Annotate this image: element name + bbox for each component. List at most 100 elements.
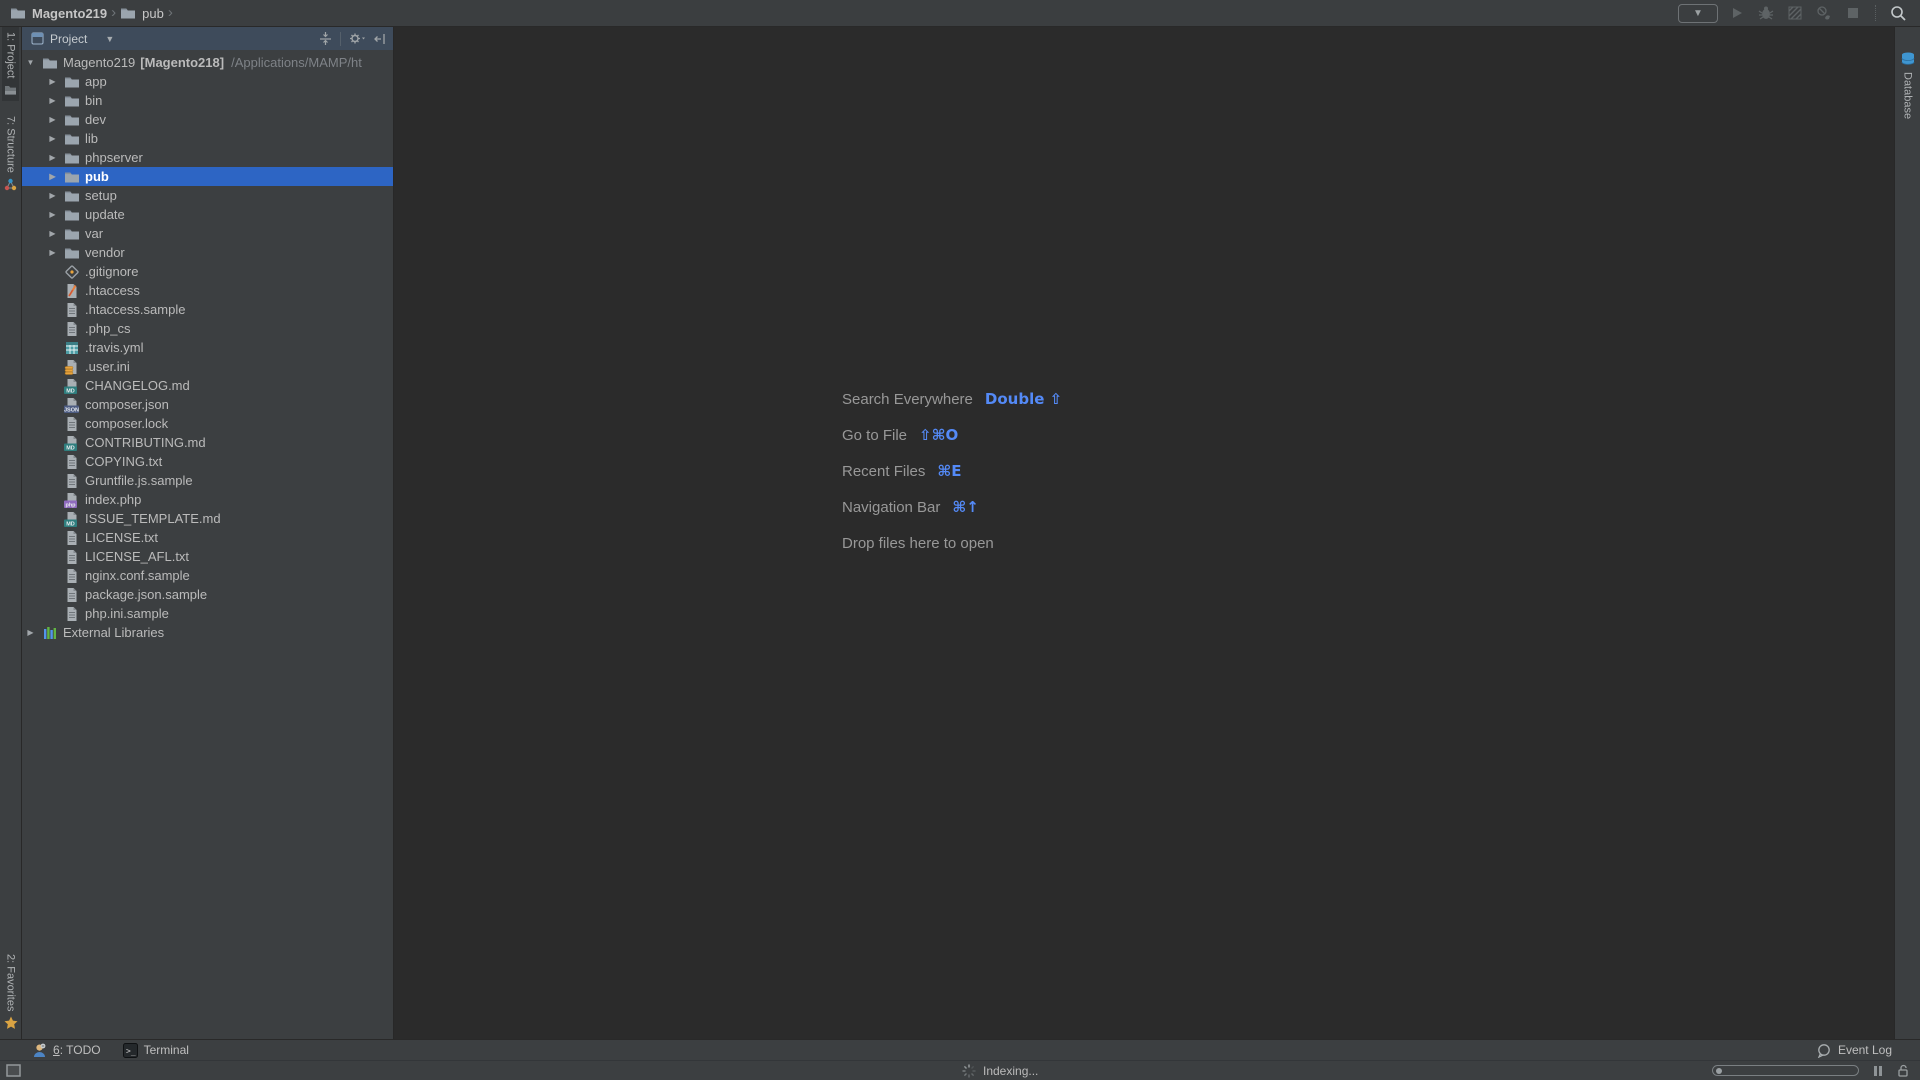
chevron-down-icon[interactable]: ▼ (105, 34, 114, 44)
tree-row[interactable]: .gitignore (22, 262, 393, 281)
chevron-collapsed-icon[interactable]: ▶ (47, 248, 58, 257)
chevron-collapsed-icon[interactable]: ▶ (47, 96, 58, 105)
run-config-dropdown[interactable]: ▼ (1678, 4, 1718, 23)
tool-window-tab-favorites[interactable]: 2: Favorites (2, 949, 20, 1035)
tree-row[interactable]: MDCONTRIBUTING.md (22, 433, 393, 452)
tree-item-label: .php_cs (85, 321, 131, 336)
tree-row[interactable]: .php_cs (22, 319, 393, 338)
tree-row[interactable]: composer.lock (22, 414, 393, 433)
folder-icon (64, 131, 80, 147)
tree-row[interactable]: php.ini.sample (22, 604, 393, 623)
collapse-all-icon[interactable] (318, 31, 333, 46)
shortcut-label: Drop files here to open (842, 535, 994, 552)
tree-row[interactable]: .htaccess.sample (22, 300, 393, 319)
pause-icon[interactable] (1873, 1065, 1883, 1077)
folder-icon (64, 93, 80, 109)
left-tool-strip: 1: Project 7: Structure 2: Favorites (0, 27, 22, 1039)
tree-row[interactable]: .user.ini (22, 357, 393, 376)
indexing-status: Indexing... (983, 1064, 1038, 1078)
run-icon[interactable] (1727, 3, 1747, 23)
tree-row-folder[interactable]: ▶phpserver (22, 148, 393, 167)
tree-item-label: update (85, 207, 125, 222)
chevron-collapsed-icon[interactable]: ▶ (47, 134, 58, 143)
hide-panel-icon[interactable] (373, 32, 387, 46)
chevron-collapsed-icon[interactable]: ▶ (47, 153, 58, 162)
project-icon (4, 83, 17, 96)
tree-row-folder[interactable]: ▶var (22, 224, 393, 243)
star-icon (4, 1016, 18, 1030)
tree-item-label: dev (85, 112, 106, 127)
tree-row[interactable]: MDISSUE_TEMPLATE.md (22, 509, 393, 528)
tree-row-folder[interactable]: ▶setup (22, 186, 393, 205)
chevron-collapsed-icon[interactable]: ▶ (47, 77, 58, 86)
tree-row[interactable]: Gruntfile.js.sample (22, 471, 393, 490)
toolwindow-button-terminal[interactable]: >_Terminal (123, 1043, 189, 1058)
text-icon (64, 454, 80, 470)
yml-icon (64, 340, 80, 356)
tree-row[interactable]: ▶External Libraries (22, 623, 393, 642)
tree-row-folder[interactable]: ▶ vendor (22, 243, 393, 262)
tab-label: 2: Favorites (5, 954, 17, 1011)
chevron-collapsed-icon[interactable]: ▶ (47, 115, 58, 124)
chevron-collapsed-icon[interactable]: ▶ (25, 628, 36, 637)
shortcut-label: Recent Files (842, 463, 925, 480)
breadcrumb-item[interactable]: pub (120, 5, 164, 21)
tree-row-folder[interactable]: ▼Magento219[Magento218]/Applications/MAM… (22, 53, 393, 72)
stop-icon[interactable] (1843, 3, 1863, 23)
tree-item-label: COPYING.txt (85, 454, 162, 469)
toolwindow-toggle-icon[interactable] (6, 1064, 21, 1077)
tree-item-label: composer.lock (85, 416, 168, 431)
shortcut-keys: ⇧⌘O (919, 426, 958, 444)
tree-row[interactable]: LICENSE_AFL.txt (22, 547, 393, 566)
tree-row-folder[interactable]: ▶ dev (22, 110, 393, 129)
tree-row-folder[interactable]: ▶bin (22, 91, 393, 110)
unlock-icon[interactable] (1897, 1064, 1910, 1077)
tree-row[interactable]: phpindex.php (22, 490, 393, 509)
tree-row[interactable]: LICENSE.txt (22, 528, 393, 547)
toolbar-separator (1875, 5, 1876, 21)
tool-window-tab-database[interactable]: Database (1899, 47, 1917, 124)
md-icon: MD (64, 435, 80, 451)
tree-row[interactable]: nginx.conf.sample (22, 566, 393, 585)
tree-row[interactable]: MDCHANGELOG.md (22, 376, 393, 395)
coverage-icon[interactable] (1785, 3, 1805, 23)
tree-item-label: ISSUE_TEMPLATE.md (85, 511, 221, 526)
svg-text:MD: MD (66, 445, 75, 451)
text-icon (64, 321, 80, 337)
text-icon (64, 549, 80, 565)
chevron-expanded-icon[interactable]: ▼ (25, 58, 36, 67)
chevron-collapsed-icon[interactable]: ▶ (47, 191, 58, 200)
search-icon[interactable] (1888, 3, 1908, 23)
breadcrumb-item[interactable]: Magento219 (10, 5, 107, 21)
database-icon (1901, 52, 1915, 67)
tree-row[interactable]: COPYING.txt (22, 452, 393, 471)
tree-item-label: LICENSE_AFL.txt (85, 549, 189, 564)
chevron-collapsed-icon[interactable]: ▶ (47, 172, 58, 181)
tool-window-tab-project[interactable]: 1: Project (2, 27, 19, 101)
tree-row[interactable]: package.json.sample (22, 585, 393, 604)
chevron-collapsed-icon[interactable]: ▶ (47, 210, 58, 219)
svg-text:>_: >_ (126, 1046, 136, 1055)
tree-row[interactable]: .htaccess (22, 281, 393, 300)
tool-window-tab-structure[interactable]: 7: Structure (2, 111, 19, 196)
settings-gear-icon[interactable] (348, 31, 366, 46)
tree-row[interactable]: JSONcomposer.json (22, 395, 393, 414)
tree-item-label: pub (85, 169, 109, 184)
tree-item-label: vendor (85, 245, 125, 260)
text-icon (64, 302, 80, 318)
structure-icon (4, 178, 17, 191)
profiler-icon[interactable] (1814, 3, 1834, 23)
debug-icon[interactable] (1756, 3, 1776, 23)
toolwindow-button-todo[interactable]: 6: TODO (32, 1043, 101, 1058)
tree-row-folder[interactable]: ▶ pub (22, 167, 393, 186)
toolwindow-button-eventlog[interactable]: Event Log (1816, 1043, 1892, 1058)
tree-row-folder[interactable]: ▶app (22, 72, 393, 91)
tree-row-folder[interactable]: ▶lib (22, 129, 393, 148)
run-toolbar: ▼ (1678, 3, 1920, 23)
php-icon: php (64, 492, 80, 508)
tree-row-folder[interactable]: ▶ update (22, 205, 393, 224)
shortcut-hint-row: Drop files here to open (842, 534, 1062, 552)
tree-item-label: .htaccess (85, 283, 140, 298)
tree-row[interactable]: .travis.yml (22, 338, 393, 357)
chevron-collapsed-icon[interactable]: ▶ (47, 229, 58, 238)
